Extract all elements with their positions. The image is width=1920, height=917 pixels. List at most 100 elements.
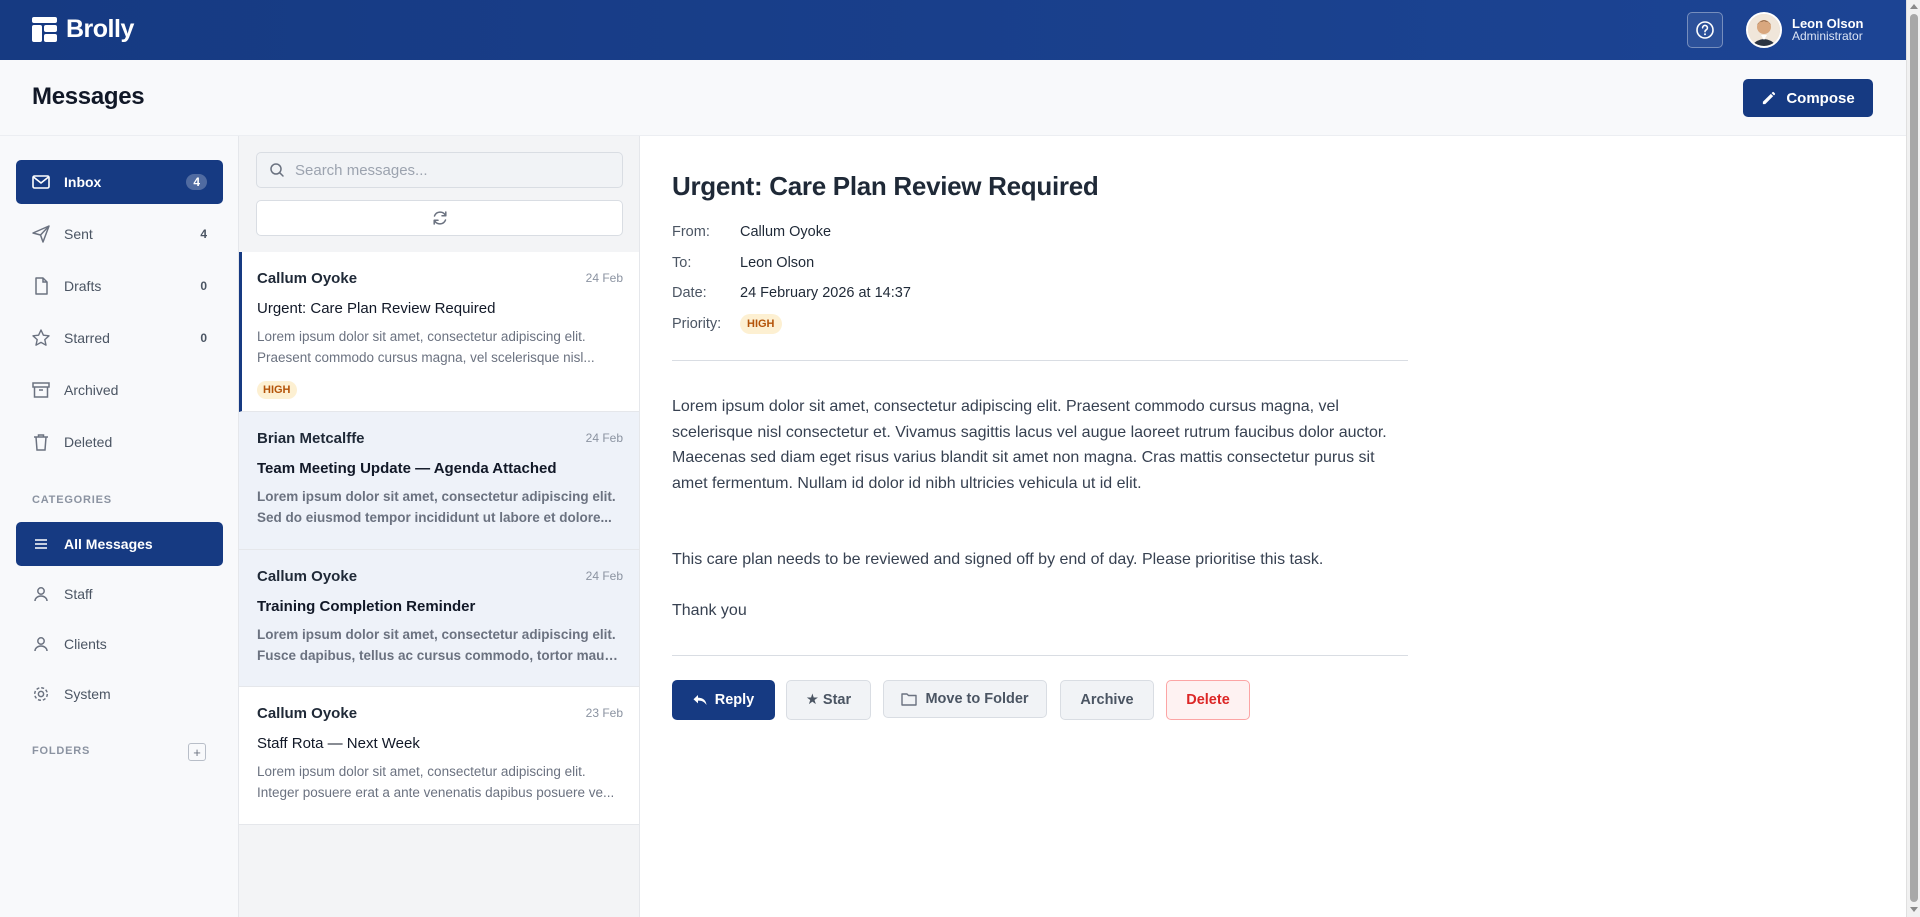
message-preview-line: Lorem ipsum dolor sit amet, consectetur … [257, 764, 586, 779]
message-preview: Lorem ipsum dolor sit amet, consectetur … [257, 326, 623, 368]
divider [672, 360, 1408, 361]
brolly-logo-icon [32, 17, 57, 42]
message-preview-line: Integer posuere erat a ante venenatis da… [257, 785, 615, 800]
to-label: To: [672, 255, 692, 271]
message-date: 23 Feb [585, 706, 623, 720]
message-title: Urgent: Care Plan Review Required [672, 171, 1099, 201]
category-system[interactable]: System [16, 672, 223, 716]
categories-heading: CATEGORIES [32, 494, 112, 506]
search-box[interactable] [256, 152, 623, 188]
user-icon [30, 633, 52, 655]
move-to-folder-button[interactable]: Move to Folder [883, 680, 1047, 718]
sent-count: 4 [200, 227, 207, 241]
sidebar-item-label: Deleted [64, 434, 113, 450]
brand[interactable]: Brolly [32, 15, 134, 44]
message-preview-line: Lorem ipsum dolor sit amet, consectetur … [257, 329, 586, 344]
star-button[interactable]: ★ Star [786, 680, 871, 720]
delete-button[interactable]: Delete [1166, 680, 1250, 720]
message-subject: Training Completion Reminder [257, 598, 476, 615]
priority-badge: HIGH [257, 381, 297, 399]
from-label: From: [672, 224, 710, 240]
page-scrollbar[interactable] [1906, 0, 1920, 917]
message-list-item[interactable]: Brian Metcalffe 24 Feb Team Meeting Upda… [239, 412, 639, 550]
sidebar-item-drafts[interactable]: Drafts 0 [16, 264, 223, 308]
sidebar-item-label: Sent [64, 226, 93, 242]
message-list-item[interactable]: Callum Oyoke 23 Feb Staff Rota — Next We… [239, 687, 639, 825]
category-label: Clients [64, 636, 107, 652]
message-body-paragraph: Maecenas sed diam eget risus varius blan… [672, 449, 1375, 492]
message-sender: Callum Oyoke [257, 705, 358, 722]
message-preview: Lorem ipsum dolor sit amet, consectetur … [257, 624, 623, 666]
move-label: Move to Folder [925, 691, 1029, 707]
message-subject: Urgent: Care Plan Review Required [257, 300, 496, 317]
starred-count: 0 [200, 331, 207, 345]
user-menu[interactable]: Leon Olson Administrator [1746, 12, 1864, 48]
user-icon [30, 583, 52, 605]
message-list-panel: Callum Oyoke 24 Feb Urgent: Care Plan Re… [239, 136, 640, 917]
add-folder-button[interactable]: + [188, 743, 206, 761]
message-sender: Callum Oyoke [257, 568, 358, 585]
help-button[interactable] [1687, 12, 1723, 48]
folders-heading: FOLDERS [32, 745, 91, 757]
sidebar-item-deleted[interactable]: Deleted [16, 420, 223, 464]
sidebar-item-inbox[interactable]: Inbox 4 [16, 160, 223, 204]
compose-button[interactable]: Compose [1743, 79, 1873, 117]
refresh-icon [432, 211, 447, 225]
category-all-messages[interactable]: All Messages [16, 522, 223, 566]
inbox-count-badge: 4 [186, 174, 207, 190]
file-icon [30, 275, 52, 297]
category-staff[interactable]: Staff [16, 572, 223, 616]
message-preview-line: Sed do eiusmod tempor incididunt ut labo… [257, 510, 612, 525]
sidebar-item-label: Archived [64, 382, 119, 398]
message-preview-line: Fusce dapibus, tellus ac cursus commodo,… [257, 648, 623, 663]
reply-icon [693, 695, 707, 705]
message-list-item[interactable]: Callum Oyoke 24 Feb Urgent: Care Plan Re… [239, 252, 639, 412]
message-subject: Team Meeting Update — Agenda Attached [257, 460, 557, 477]
avatar [1746, 12, 1782, 48]
divider [672, 655, 1408, 656]
message-preview-line: Lorem ipsum dolor sit amet, consectetur … [257, 627, 616, 642]
priority-label: Priority: [672, 316, 722, 332]
sidebar-item-label: Inbox [64, 174, 102, 190]
gear-icon [30, 683, 52, 705]
to-value: Leon Olson [740, 255, 815, 271]
compose-label: Compose [1786, 89, 1855, 107]
app-name: Brolly [66, 15, 134, 43]
reply-button[interactable]: Reply [672, 680, 775, 720]
pencil-icon [1763, 91, 1776, 104]
sidebar-item-label: Drafts [64, 278, 102, 294]
scroll-down-arrow-icon[interactable] [1910, 907, 1918, 912]
send-icon [30, 223, 52, 245]
message-subject: Staff Rota — Next Week [257, 735, 420, 752]
date-value: 24 February 2026 at 14:37 [740, 285, 911, 301]
scrollbar-thumb[interactable] [1910, 14, 1918, 902]
message-date: 24 Feb [585, 431, 623, 445]
search-input[interactable] [295, 161, 615, 179]
message-preview-line: Praesent commodo cursus magna, vel scele… [257, 350, 595, 365]
message-sender: Brian Metcalffe [257, 430, 365, 447]
refresh-button[interactable] [256, 200, 623, 236]
category-clients[interactable]: Clients [16, 622, 223, 666]
sidebar-item-label: Starred [64, 330, 110, 346]
message-preview-line: Lorem ipsum dolor sit amet, consectetur … [257, 489, 616, 504]
sidebar-item-sent[interactable]: Sent 4 [16, 212, 223, 256]
message-list-item[interactable]: Callum Oyoke 24 Feb Training Completion … [239, 550, 639, 687]
message-preview: Lorem ipsum dolor sit amet, consectetur … [257, 761, 623, 803]
trash-icon [30, 431, 52, 453]
list-icon [30, 533, 52, 555]
from-value: Callum Oyoke [740, 224, 832, 240]
priority-badge: HIGH [740, 314, 782, 334]
sidebar-item-archived[interactable]: Archived [16, 368, 223, 412]
page-header: Messages Compose [0, 60, 1906, 136]
archive-button[interactable]: Archive [1060, 680, 1154, 720]
search-icon [270, 163, 284, 177]
message-body-paragraph: Thank you [672, 602, 747, 619]
top-navbar: Brolly Leon Olson Administrator [0, 0, 1906, 60]
date-label: Date: [672, 285, 707, 301]
message-date: 24 Feb [585, 271, 623, 285]
archive-icon [30, 379, 52, 401]
sidebar-item-starred[interactable]: Starred 0 [16, 316, 223, 360]
scroll-up-arrow-icon[interactable] [1910, 4, 1918, 9]
inbox-icon [30, 171, 52, 193]
message-sender: Callum Oyoke [257, 270, 358, 287]
